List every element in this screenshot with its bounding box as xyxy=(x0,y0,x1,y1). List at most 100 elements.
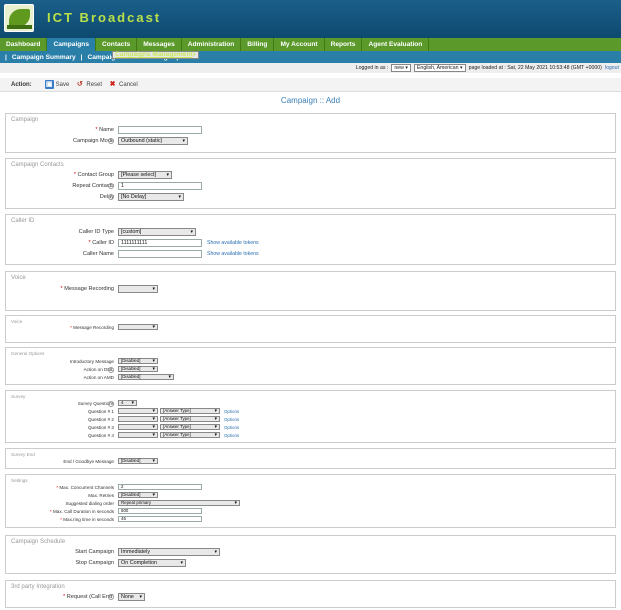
max-duration-label: * Max. Call Duration in seconds xyxy=(49,509,114,514)
header: ICT Broadcast xyxy=(0,0,621,38)
page-title: Campaign :: Add xyxy=(280,96,341,105)
question-label: Question # 3 xyxy=(87,425,114,430)
message-recording-label: * Message Recording xyxy=(60,286,114,292)
logout-link[interactable]: logout xyxy=(605,65,619,71)
name-label: * Name xyxy=(95,127,114,133)
question-select[interactable] xyxy=(118,432,158,438)
panel-voice: Voice * Message Recording xyxy=(5,271,616,311)
options-link[interactable]: Options xyxy=(224,417,239,422)
stop-campaign-select[interactable]: On Completion xyxy=(118,559,186,567)
goodbye-message-select[interactable]: [Disabled] xyxy=(118,458,158,464)
survey-questions-select[interactable]: 4 xyxy=(118,400,137,406)
nav-messages[interactable]: Messages xyxy=(137,38,182,51)
answer-type-select[interactable]: [Answer Type] xyxy=(160,432,220,438)
message-recording-select[interactable] xyxy=(118,285,158,293)
nav-reports[interactable]: Reports xyxy=(325,38,363,51)
options-link[interactable]: Options xyxy=(224,425,239,430)
delay-select[interactable]: [No Delay] xyxy=(118,193,184,201)
answer-type-select[interactable]: [Answer Type] xyxy=(160,424,220,430)
nav-billing[interactable]: Billing xyxy=(241,38,275,51)
reset-button[interactable]: ↺ Reset xyxy=(75,80,102,89)
start-campaign-select[interactable]: Immediately xyxy=(118,548,220,556)
logged-in-label: Logged in as : xyxy=(355,65,389,71)
panel-title: Campaign xyxy=(11,117,39,123)
options-link[interactable]: Options xyxy=(224,409,239,414)
show-tokens-link[interactable]: Show available tokens xyxy=(207,240,259,246)
row-question: Question # 4 [Answer Type] Options xyxy=(6,432,617,441)
subnav-campaign-summary[interactable]: Campaign Summary xyxy=(12,54,81,61)
max-ring-label: * Max.ring time in seconds xyxy=(60,517,114,522)
chevron-down-icon: ▾ xyxy=(405,65,408,71)
nav-campaigns[interactable]: Campaigns xyxy=(47,38,96,51)
action-dnc-select[interactable]: [Disabled] xyxy=(118,366,158,372)
name-input[interactable] xyxy=(118,126,202,134)
panel-title: Voice xyxy=(11,275,26,281)
row-goodbye-message: End / Goodbye Message [Disabled] xyxy=(6,458,617,467)
help-icon[interactable]: ? xyxy=(108,183,114,189)
help-icon[interactable]: ? xyxy=(108,594,114,600)
save-label: Save xyxy=(55,81,70,88)
caller-name-input[interactable] xyxy=(118,250,202,258)
action-label: Action: xyxy=(11,81,32,88)
caller-id-input[interactable]: 1111111111 xyxy=(118,239,202,247)
nav-dashboard[interactable]: Dashboard xyxy=(0,38,48,51)
dialing-order-select[interactable]: Repeat primary xyxy=(118,500,240,506)
request-call-end-select[interactable]: None xyxy=(118,593,145,601)
row-mode: Campaign Mode ? Outbound (static) xyxy=(6,137,617,146)
panel-survey-end: Survey End End / Goodbye Message [Disabl… xyxy=(5,448,616,469)
question-select[interactable] xyxy=(118,424,158,430)
panel-title: Survey xyxy=(11,394,26,399)
user-select[interactable]: new ▾ xyxy=(391,64,411,72)
panel-campaign-schedule: Campaign Schedule Start Campaign Immedia… xyxy=(5,535,616,574)
help-icon[interactable]: ? xyxy=(108,367,114,373)
max-ring-input[interactable]: 45 xyxy=(118,516,202,522)
answer-type-select[interactable]: [Answer Type] xyxy=(160,416,220,422)
row-start-campaign: Start Campaign Immediately xyxy=(6,548,617,557)
language-select[interactable]: English, American ▾ xyxy=(413,64,466,72)
question-select[interactable] xyxy=(118,408,158,414)
row-message-recording: * Message Recording xyxy=(6,285,617,294)
chevron-down-icon: ▾ xyxy=(459,65,463,71)
contact-group-select[interactable]: [Please select] xyxy=(118,171,172,179)
panel-title: Caller ID xyxy=(11,218,35,224)
language-value: English, American xyxy=(416,65,459,71)
caller-id-type-select[interactable]: [custom] xyxy=(118,228,196,236)
logo-strip xyxy=(7,25,32,29)
answer-type-select[interactable]: [Answer Type] xyxy=(160,408,220,414)
question-select[interactable] xyxy=(118,416,158,422)
caller-name-label: Caller Name xyxy=(82,251,114,257)
message-recording-select[interactable] xyxy=(118,324,158,330)
campaign-mode-select[interactable]: Outbound (static) xyxy=(118,137,188,145)
question-label: Question # 4 xyxy=(87,433,114,438)
nav-agent-evaluation[interactable]: Agent Evaluation xyxy=(362,38,430,51)
cancel-button[interactable]: ✖ Cancel xyxy=(108,80,138,89)
nav-my-account[interactable]: My Account xyxy=(274,38,325,51)
row-request-call-end: * Request (Call End) ? None xyxy=(6,593,617,602)
help-icon[interactable]: ? xyxy=(108,194,114,200)
sub-nav: Campaigns Management | Campaign Summary … xyxy=(0,51,621,63)
action-amd-label: Action on AMD xyxy=(83,375,114,380)
help-icon[interactable]: ? xyxy=(108,138,114,144)
stop-campaign-label: Stop Campaign xyxy=(75,560,114,566)
panel-title: Campaign Schedule xyxy=(11,539,66,545)
row-name: * Name xyxy=(6,126,617,135)
show-tokens-link[interactable]: Show available tokens xyxy=(207,251,259,257)
save-button[interactable]: ▣ Save xyxy=(44,80,70,89)
subnav-campaigns-management[interactable]: Campaigns Management xyxy=(112,51,199,59)
nav-contacts[interactable]: Contacts xyxy=(96,38,138,51)
help-icon[interactable]: ? xyxy=(108,401,114,407)
row-contact-group: * Contact Group [Please select] xyxy=(6,171,617,180)
max-channels-label: * Max. Concurrent Channels xyxy=(56,485,114,490)
max-retries-select[interactable]: [Disabled] xyxy=(118,492,158,498)
nav-administration[interactable]: Administration xyxy=(182,38,242,51)
row-caller-id: * Caller ID 1111111111 Show available to… xyxy=(6,239,617,248)
message-recording-label: * Message Recording xyxy=(70,325,114,330)
cancel-icon: ✖ xyxy=(109,81,116,88)
row-repeat-contacts: Repeat Contacts ? 1 xyxy=(6,182,617,191)
options-link[interactable]: Options xyxy=(224,433,239,438)
action-amd-select[interactable]: [Disabled] xyxy=(118,374,174,380)
repeat-contacts-input[interactable]: 1 xyxy=(118,182,202,190)
intro-message-select[interactable]: [Disabled] xyxy=(118,358,158,364)
max-channels-input[interactable]: 2 xyxy=(118,484,202,490)
max-duration-input[interactable]: 600 xyxy=(118,508,202,514)
